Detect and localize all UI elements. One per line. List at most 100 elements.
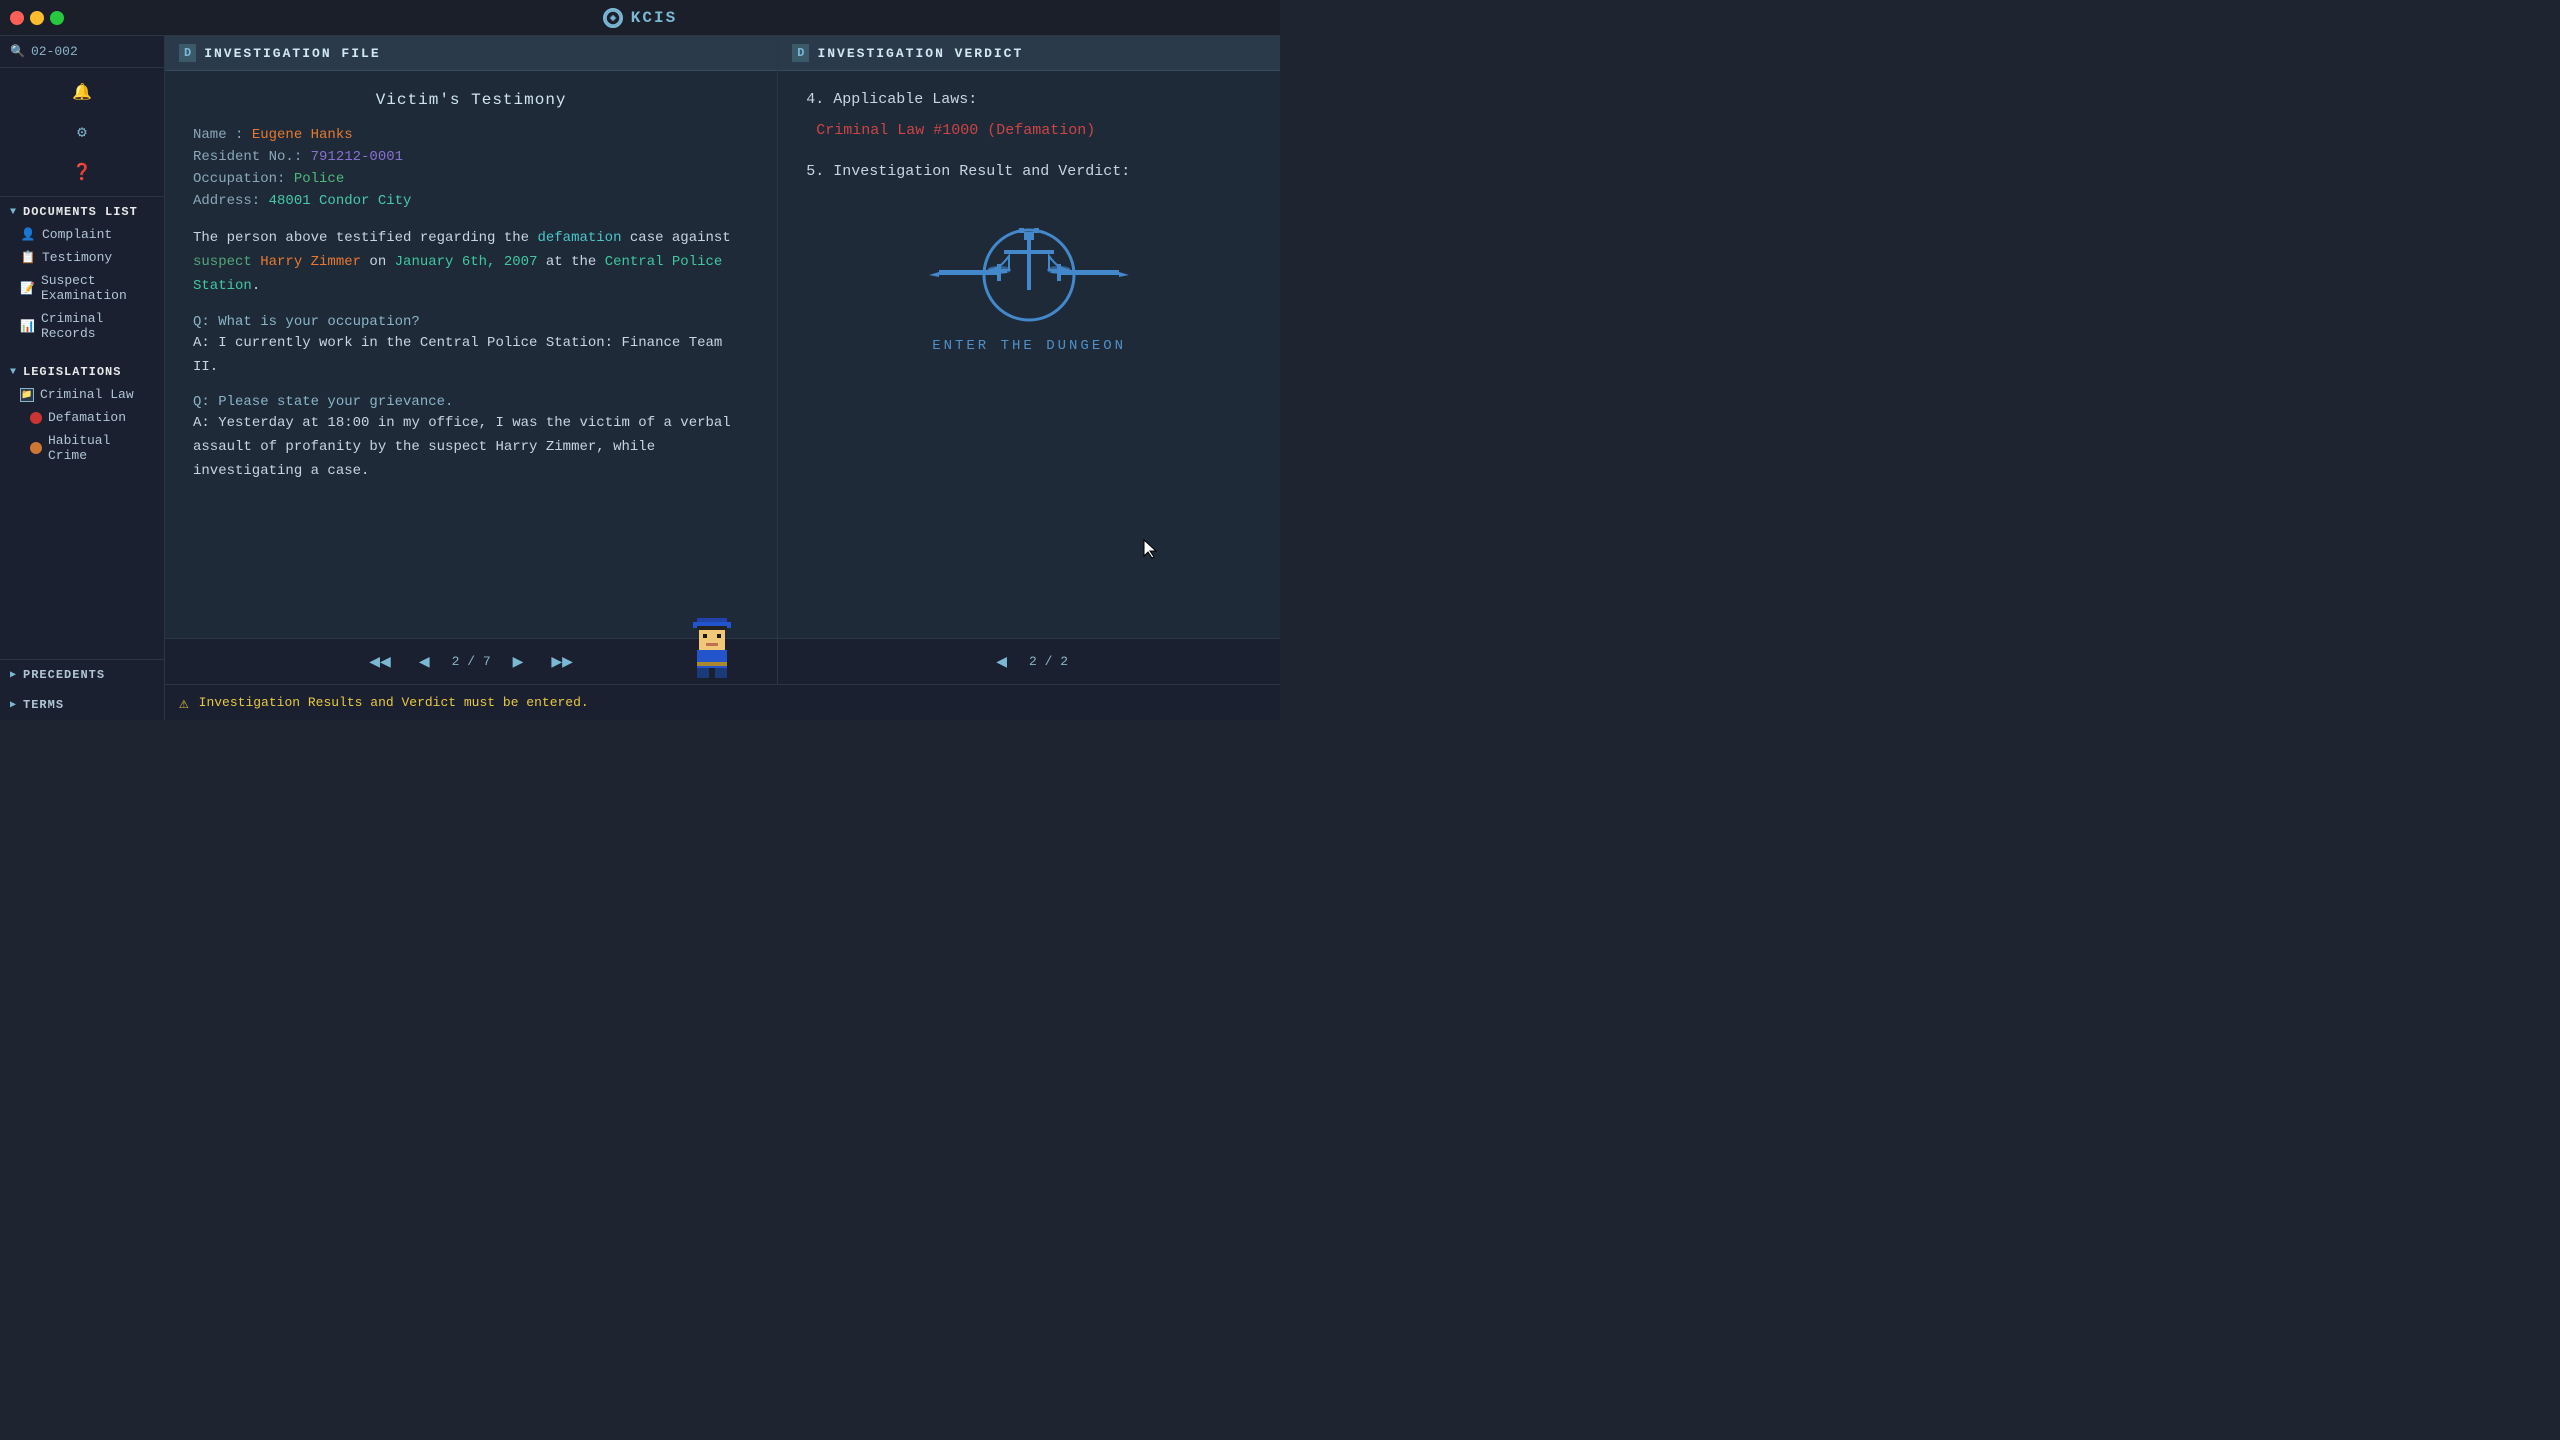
exam-icon: 📝 xyxy=(20,281,35,296)
prev-first-button[interactable]: ◀◀ xyxy=(363,649,397,674)
warning-icon: ⚠ xyxy=(179,693,189,713)
address-value: 48001 Condor City xyxy=(269,193,412,209)
case-id: 02-002 xyxy=(31,44,78,59)
sliders-icon[interactable]: ⚙ xyxy=(68,118,96,146)
main-layout: 🔍 02-002 🔔 ⚙ ❓ ▼ DOCUMENTS LIST 👤 Compla… xyxy=(0,36,1280,720)
applicable-law-value: Criminal Law #1000 (Defamation) xyxy=(816,122,1252,139)
doc-title: Victim's Testimony xyxy=(193,91,749,109)
status-message: Investigation Results and Verdict must b… xyxy=(199,695,589,710)
testimony-loc-prefix: at the xyxy=(537,254,604,270)
investigation-verdict-header: D INVESTIGATION VERDICT xyxy=(778,36,1280,71)
sidebar-item-terms[interactable]: ▶ TERMS xyxy=(0,690,164,720)
verdict-page-indicator: 2 / 2 xyxy=(1029,654,1068,669)
testimony-suspect: Harry Zimmer xyxy=(252,254,361,270)
testimony-intro-text: The person above testified regarding the… xyxy=(193,227,749,298)
resident-value: 791212-0001 xyxy=(311,149,403,165)
app-icon xyxy=(603,8,623,28)
sidebar-item-criminal-records[interactable]: 📊 Criminal Records xyxy=(0,307,164,345)
a2-highlight: Yesterday at 18:00 in my office xyxy=(218,415,478,431)
sidebar-item-habitual-crime[interactable]: Habitual Crime xyxy=(0,429,164,467)
sidebar-item-defamation[interactable]: Defamation xyxy=(0,406,164,429)
verdict-footer: ◀ 2 / 2 xyxy=(778,638,1280,684)
investigation-file-header: D INVESTIGATION FILE xyxy=(165,36,777,71)
sidebar-bottom: ▶ PRECEDENTS ▶ TERMS xyxy=(0,659,164,720)
page-indicator: 2 / 7 xyxy=(452,654,491,669)
maximize-button[interactable] xyxy=(50,11,64,25)
sidebar-case-id-row: 🔍 02-002 xyxy=(0,36,164,68)
applicable-laws-title: 4. Applicable Laws: xyxy=(806,91,1252,108)
terms-arrow-icon: ▶ xyxy=(10,699,17,711)
investigation-verdict-panel: D INVESTIGATION VERDICT 4. Applicable La… xyxy=(778,36,1280,684)
dungeon-title: ENTER THE DUNGEON xyxy=(932,338,1126,354)
sidebar-item-precedents[interactable]: ▶ PRECEDENTS xyxy=(0,660,164,690)
verdict-content: 4. Applicable Laws: Criminal Law #1000 (… xyxy=(778,71,1280,638)
investigation-file-panel: D INVESTIGATION FILE Victim's Testimony … xyxy=(165,36,778,684)
qa-item-1: Q: What is your occupation? A: I current… xyxy=(193,314,749,380)
character-sprite xyxy=(687,616,737,676)
investigation-file-title: INVESTIGATION FILE xyxy=(204,46,380,61)
prev-button[interactable]: ◀ xyxy=(413,649,436,674)
sidebar-item-criminal-law[interactable]: 📁 Criminal Law xyxy=(0,383,164,406)
a1-prefix: A: I currently work in the xyxy=(193,335,420,351)
name-label: Name : xyxy=(193,127,252,143)
documents-list-header: ▼ DOCUMENTS LIST xyxy=(0,197,164,223)
q1-label: Q: What is your occupation? xyxy=(193,314,749,330)
bell-icon[interactable]: 🔔 xyxy=(68,78,96,106)
name-value: Eugene Hanks xyxy=(252,127,353,143)
testimony-intro-block: The person above testified regarding the… xyxy=(193,227,749,298)
minimize-button[interactable] xyxy=(30,11,44,25)
occupation-label: Occupation: xyxy=(193,171,294,187)
qa-item-2: Q: Please state your grievance. A: Yeste… xyxy=(193,394,749,483)
testimony-keyword2: suspect xyxy=(193,254,252,270)
q2-label: Q: Please state your grievance. xyxy=(193,394,749,410)
testimony-intro: The person above testified regarding the xyxy=(193,230,537,246)
panels-row: D INVESTIGATION FILE Victim's Testimony … xyxy=(165,36,1280,684)
investigation-result-title: 5. Investigation Result and Verdict: xyxy=(806,163,1252,180)
help-icon[interactable]: ❓ xyxy=(68,158,96,186)
a2-prefix: A: xyxy=(193,415,218,431)
testimony-middle2: on xyxy=(361,254,395,270)
arrow-icon: ▼ xyxy=(10,207,17,218)
window-controls[interactable] xyxy=(10,11,64,25)
verdict-prev-button[interactable]: ◀ xyxy=(990,649,1013,674)
records-icon: 📊 xyxy=(20,319,35,334)
a2-name: Harry Zimmer xyxy=(495,439,596,455)
resident-label: Resident No.: xyxy=(193,149,311,165)
qa-section: Q: What is your occupation? A: I current… xyxy=(193,314,749,483)
testimony-middle1: case against xyxy=(621,230,730,246)
info-name: Name : Eugene Hanks xyxy=(193,127,749,143)
sidebar: 🔍 02-002 🔔 ⚙ ❓ ▼ DOCUMENTS LIST 👤 Compla… xyxy=(0,36,165,720)
sidebar-item-suspect-examination[interactable]: 📝 Suspect Examination xyxy=(0,269,164,307)
precedents-arrow-icon: ▶ xyxy=(10,669,17,681)
red-dot-icon xyxy=(30,412,42,424)
dungeon-logo: ENTER THE DUNGEON xyxy=(806,220,1252,354)
testimony-keyword1: defamation xyxy=(537,230,621,246)
info-address: Address: 48001 Condor City xyxy=(193,193,749,209)
status-bar: ⚠ Investigation Results and Verdict must… xyxy=(165,684,1280,720)
person-icon: 👤 xyxy=(20,227,36,242)
investigation-file-footer: ◀◀ ◀ 2 / 7 ▶ ▶▶ xyxy=(165,638,777,684)
legislations-header: ▼ LEGISLATIONS xyxy=(0,357,164,383)
sidebar-item-complaint[interactable]: 👤 Complaint xyxy=(0,223,164,246)
investigation-file-content: Victim's Testimony Name : Eugene Hanks R… xyxy=(165,71,777,638)
verdict-panel-icon: D xyxy=(792,44,809,62)
next-last-button[interactable]: ▶▶ xyxy=(545,649,579,674)
occupation-value: Police xyxy=(294,171,344,187)
folder-icon: 📁 xyxy=(20,388,34,402)
a1-text: A: I currently work in the Central Polic… xyxy=(193,332,749,380)
next-button[interactable]: ▶ xyxy=(507,649,530,674)
app-title: KCIS xyxy=(603,8,677,28)
content-area: D INVESTIGATION FILE Victim's Testimony … xyxy=(165,36,1280,720)
info-resident: Resident No.: 791212-0001 xyxy=(193,149,749,165)
testimony-end: . xyxy=(252,278,260,294)
info-occupation: Occupation: Police xyxy=(193,171,749,187)
close-button[interactable] xyxy=(10,11,24,25)
sidebar-item-testimony[interactable]: 📋 Testimony xyxy=(0,246,164,269)
address-label: Address: xyxy=(193,193,269,209)
a2-text: A: Yesterday at 18:00 in my office, I wa… xyxy=(193,412,749,483)
orange-dot-icon xyxy=(30,442,42,454)
dungeon-emblem-svg xyxy=(919,220,1139,330)
titlebar: KCIS xyxy=(0,0,1280,36)
sidebar-icon-group: 🔔 ⚙ ❓ xyxy=(0,68,164,197)
list-icon: 📋 xyxy=(20,250,36,265)
